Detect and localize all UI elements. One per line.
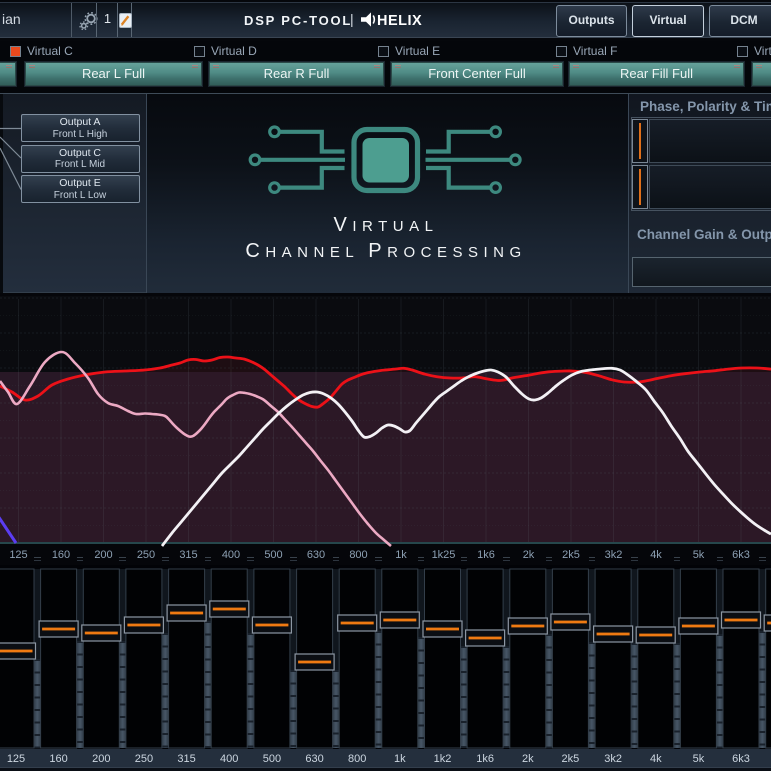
svg-text:6k3: 6k3 <box>732 549 750 561</box>
svg-text:160: 160 <box>52 549 70 561</box>
svg-text:500: 500 <box>263 753 281 765</box>
svg-text:200: 200 <box>92 753 110 765</box>
svg-text:250: 250 <box>137 549 155 561</box>
svg-text:400: 400 <box>220 753 238 765</box>
svg-text:5k: 5k <box>693 549 705 561</box>
svg-text:500: 500 <box>264 549 282 561</box>
svg-text:1k: 1k <box>395 549 407 561</box>
svg-text:250: 250 <box>135 753 153 765</box>
svg-text:5k: 5k <box>693 753 705 765</box>
svg-text:400: 400 <box>222 549 240 561</box>
svg-text:315: 315 <box>177 753 195 765</box>
svg-text:2k: 2k <box>522 753 534 765</box>
svg-text:630: 630 <box>307 549 325 561</box>
svg-text:1k6: 1k6 <box>477 549 495 561</box>
svg-text:2k5: 2k5 <box>562 753 580 765</box>
svg-text:200: 200 <box>94 549 112 561</box>
svg-text:4k: 4k <box>650 549 662 561</box>
svg-text:1k2: 1k2 <box>434 753 452 765</box>
svg-text:3k2: 3k2 <box>604 753 622 765</box>
svg-text:125: 125 <box>7 753 25 765</box>
svg-text:800: 800 <box>349 549 367 561</box>
svg-text:3k2: 3k2 <box>605 549 623 561</box>
svg-text:4k: 4k <box>650 753 662 765</box>
svg-text:315: 315 <box>179 549 197 561</box>
svg-text:1k: 1k <box>394 753 406 765</box>
svg-text:2k5: 2k5 <box>562 549 580 561</box>
svg-text:160: 160 <box>49 753 67 765</box>
svg-text:1k6: 1k6 <box>476 753 494 765</box>
svg-text:6k3: 6k3 <box>732 753 750 765</box>
svg-text:2k: 2k <box>523 549 535 561</box>
svg-text:125: 125 <box>9 549 27 561</box>
svg-text:800: 800 <box>348 753 366 765</box>
svg-text:1k25: 1k25 <box>432 549 456 561</box>
svg-text:630: 630 <box>305 753 323 765</box>
